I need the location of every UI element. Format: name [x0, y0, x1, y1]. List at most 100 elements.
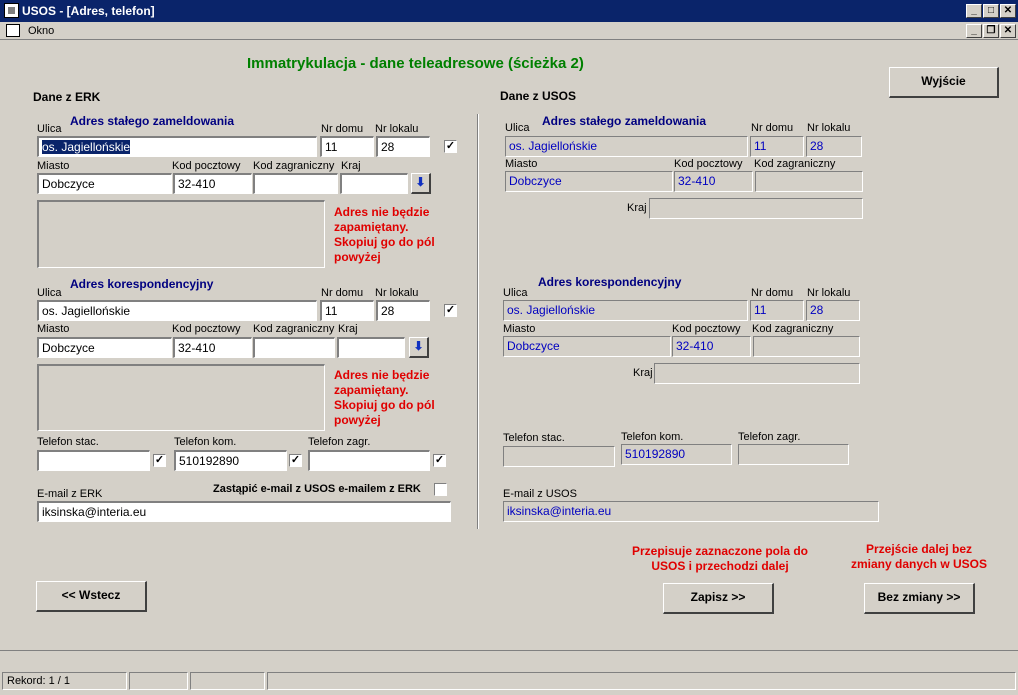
erk-corr-kod-label: Kod pocztowy — [172, 323, 241, 335]
nochange-button[interactable]: Bez zmiany >> — [864, 583, 975, 614]
usos-corr-miasto-field: Dobczyce — [503, 336, 671, 357]
erk-perm-raw-address-area — [37, 200, 325, 268]
erk-perm-miasto-input[interactable]: Dobczyce — [37, 173, 172, 194]
save-note: Przepisuje zaznaczone pola do USOS i prz… — [631, 544, 809, 573]
status-panel-2 — [129, 672, 188, 690]
mdi-minimize-icon[interactable]: _ — [966, 24, 982, 38]
usos-perm-kod-label: Kod pocztowy — [674, 158, 743, 170]
usos-perm-nrdomu-field: 11 — [750, 136, 804, 157]
erk-perm-warning: Adres nie będzie zapamiętany. Skopiuj go… — [334, 205, 435, 264]
erk-corr-miasto-label: Miasto — [37, 323, 70, 335]
erk-corr-nrdomu-input[interactable]: 11 — [320, 300, 374, 321]
usos-corr-nrlokalu-field: 28 — [806, 300, 860, 321]
erk-perm-ulica-input[interactable]: os. Jagiellońskie — [37, 136, 317, 157]
usos-corr-miasto-label: Miasto — [503, 323, 536, 335]
usos-email-field: iksinska@interia.eu — [503, 501, 879, 522]
usos-corr-ulica-field: os. Jagiellońskie — [503, 300, 748, 321]
erk-email-input[interactable]: iksinska@interia.eu — [37, 501, 451, 522]
erk-perm-address-checkbox[interactable]: ✓ — [444, 140, 457, 153]
usos-corr-ulica-label: Ulica — [503, 287, 528, 299]
erk-corr-kraj-input[interactable] — [337, 337, 405, 358]
erk-permanent-section: Adres stałego zameldowania — [70, 114, 235, 128]
erk-perm-nrdomu-input[interactable]: 11 — [320, 136, 374, 157]
erk-corr-warning: Adres nie będzie zapamiętany. Skopiuj go… — [334, 368, 435, 427]
replace-email-checkbox[interactable] — [434, 483, 447, 496]
erk-phone-kom-label: Telefon kom. — [174, 436, 237, 448]
usos-corr-kodzagr-label: Kod zagraniczny — [752, 323, 834, 335]
erk-phone-stac-label: Telefon stac. — [37, 436, 99, 448]
erk-corr-kod-input[interactable]: 32-410 — [173, 337, 252, 358]
nochange-note: Przejście dalej bez zmiany danych w USOS — [850, 542, 988, 571]
erk-perm-kodzagr-input[interactable] — [253, 173, 338, 194]
erk-perm-miasto-label: Miasto — [37, 160, 70, 172]
erk-corr-nrlokalu-input[interactable]: 28 — [376, 300, 430, 321]
replace-email-label: Zastąpić e-mail z USOS e-mailem z ERK — [213, 483, 421, 495]
usos-corr-kod-label: Kod pocztowy — [672, 323, 741, 335]
column-divider — [477, 114, 479, 529]
erk-phone-zagr-label: Telefon zagr. — [308, 436, 371, 448]
usos-corr-section: Adres korespondencyjny — [538, 275, 682, 289]
usos-permanent-section: Adres stałego zameldowania — [542, 114, 707, 128]
erk-corr-raw-address-area — [37, 364, 325, 431]
usos-perm-kodzagr-label: Kod zagraniczny — [754, 158, 836, 170]
maximize-icon[interactable]: □ — [983, 4, 999, 18]
erk-perm-nrlokalu-input[interactable]: 28 — [376, 136, 430, 157]
window-titlebar: USOS - [Adres, telefon] _ □ ✕ — [0, 0, 1018, 22]
mdi-close-icon[interactable]: ✕ — [1000, 24, 1016, 38]
usos-perm-miasto-label: Miasto — [505, 158, 538, 170]
usos-corr-nrdomu-field: 11 — [750, 300, 804, 321]
usos-phone-zagr-field — [738, 444, 849, 465]
erk-phone-kom-checkbox[interactable]: ✓ — [289, 454, 302, 467]
usos-email-label: E-mail z USOS — [503, 488, 577, 500]
erk-perm-nrlokalu-label: Nr lokalu — [375, 123, 419, 135]
usos-perm-kraj-field — [649, 198, 863, 219]
erk-phone-stac-input[interactable] — [37, 450, 150, 471]
erk-perm-ulica-label: Ulica — [37, 123, 62, 135]
erk-corr-address-checkbox[interactable]: ✓ — [444, 304, 457, 317]
usos-perm-kod-field: 32-410 — [674, 171, 753, 192]
erk-corr-nrdomu-label: Nr domu — [321, 287, 364, 299]
usos-perm-nrlokalu-label: Nr lokalu — [807, 122, 851, 134]
erk-corr-nrlokalu-label: Nr lokalu — [375, 287, 419, 299]
erk-corr-miasto-input[interactable]: Dobczyce — [37, 337, 172, 358]
save-button[interactable]: Zapisz >> — [663, 583, 774, 614]
minimize-icon[interactable]: _ — [966, 4, 982, 18]
page-title: Immatrykulacja - dane teleadresowe (ście… — [247, 55, 584, 72]
erk-phone-kom-input[interactable]: 510192890 — [174, 450, 287, 471]
usos-perm-kraj-label: Kraj — [627, 202, 647, 214]
erk-perm-kraj-download-icon[interactable]: ⬇ — [411, 173, 431, 194]
erk-corr-ulica-input[interactable]: os. Jagiellońskie — [37, 300, 317, 321]
usos-header: Dane z USOS — [500, 89, 577, 103]
exit-button[interactable]: Wyjście — [889, 67, 999, 98]
erk-phone-zagr-checkbox[interactable]: ✓ — [433, 454, 446, 467]
erk-perm-kraj-input[interactable] — [340, 173, 408, 194]
usos-perm-ulica-label: Ulica — [505, 122, 530, 134]
erk-corr-kodzagr-label: Kod zagraniczny — [253, 323, 335, 335]
usos-corr-kraj-field — [654, 363, 860, 384]
menu-okno[interactable]: Okno — [28, 25, 54, 37]
erk-corr-kodzagr-input[interactable] — [253, 337, 335, 358]
erk-corr-section: Adres korespondencyjny — [70, 277, 214, 291]
erk-perm-kod-input[interactable]: 32-410 — [173, 173, 252, 194]
status-panel-3 — [190, 672, 265, 690]
erk-phone-zagr-input[interactable] — [308, 450, 430, 471]
usos-corr-nrdomu-label: Nr domu — [751, 287, 794, 299]
status-panel-4 — [267, 672, 1016, 690]
mdi-restore-icon[interactable]: ❐ — [983, 24, 999, 38]
usos-corr-kod-field: 32-410 — [672, 336, 751, 357]
erk-perm-ulica-value: os. Jagiellońskie — [42, 140, 131, 154]
usos-perm-kodzagr-field — [755, 171, 863, 192]
window-title: USOS - [Adres, telefon] — [22, 4, 155, 18]
usos-phone-kom-label: Telefon kom. — [621, 431, 684, 443]
close-icon[interactable]: ✕ — [1000, 4, 1016, 18]
erk-phone-stac-checkbox[interactable]: ✓ — [153, 454, 166, 467]
erk-corr-kraj-download-icon[interactable]: ⬇ — [409, 337, 429, 358]
back-button[interactable]: << Wstecz — [36, 581, 147, 612]
usos-phone-stac-field — [503, 446, 615, 467]
record-counter: Rekord: 1 / 1 — [2, 672, 127, 690]
erk-header: Dane z ERK — [33, 90, 101, 104]
usos-perm-ulica-field: os. Jagiellońskie — [505, 136, 748, 157]
usos-perm-nrdomu-label: Nr domu — [751, 122, 794, 134]
erk-corr-ulica-label: Ulica — [37, 287, 62, 299]
erk-perm-kod-label: Kod pocztowy — [172, 160, 241, 172]
